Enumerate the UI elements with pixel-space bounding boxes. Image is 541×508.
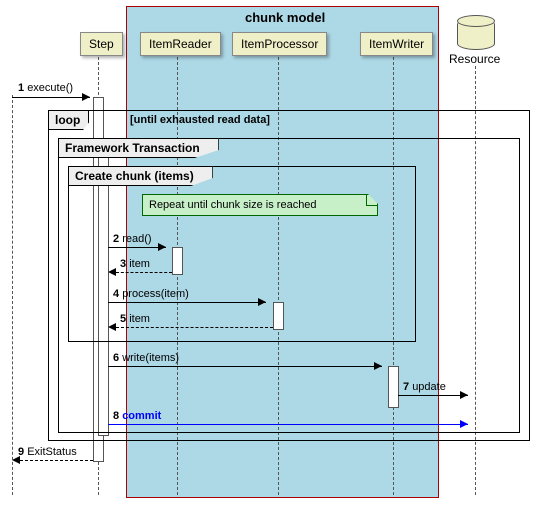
arrow-icon (12, 456, 20, 464)
participant-item-reader: ItemReader (140, 32, 221, 56)
msg-update-line (398, 395, 468, 396)
chunk-model-label: chunk model (245, 10, 325, 25)
arrow-icon (108, 268, 116, 276)
msg-read-label: 2 read() (113, 233, 152, 245)
msg-item2-label: 5 item (120, 313, 150, 325)
frame-create-chunk-label: Create chunk (items) (68, 166, 213, 186)
msg-item1-label: 3 item (120, 258, 150, 270)
frame-loop-condition: [until exhausted read data] (130, 114, 270, 126)
arrow-icon (374, 362, 382, 370)
participant-item-processor: ItemProcessor (232, 32, 327, 56)
resource-database-icon (457, 18, 495, 50)
note-repeat: Repeat until chunk size is reached (142, 194, 378, 216)
frame-loop-label: loop (48, 110, 89, 130)
msg-exitstatus-line (20, 460, 93, 461)
resource-label: Resource (449, 52, 500, 66)
msg-write-label: 6 write(items) (113, 352, 179, 364)
msg-execute-line (12, 97, 90, 98)
msg-exitstatus-label: 9 ExitStatus (18, 446, 77, 458)
msg-commit-label: 8 commit (113, 410, 161, 422)
msg-item1-line (116, 272, 172, 273)
participant-item-writer: ItemWriter (360, 32, 433, 56)
arrow-icon (460, 391, 468, 399)
participant-step: Step (80, 32, 123, 56)
msg-process-line (108, 302, 266, 303)
arrow-icon (82, 93, 90, 101)
msg-execute-label: 1 execute() (18, 82, 73, 94)
arrow-icon (108, 323, 116, 331)
frame-transaction-label: Framework Transaction (58, 138, 219, 158)
msg-item2-line (116, 327, 273, 328)
arrow-icon (258, 298, 266, 306)
msg-process-label: 4 process(item) (113, 288, 189, 300)
msg-write-line (108, 366, 382, 367)
arrow-icon (158, 243, 166, 251)
arrow-icon (460, 420, 468, 428)
msg-update-label: 7 update (403, 381, 446, 393)
sequence-diagram: chunk model Step ItemReader ItemProcesso… (0, 0, 541, 508)
lifeline-left (12, 95, 13, 495)
msg-commit-line (108, 424, 468, 425)
